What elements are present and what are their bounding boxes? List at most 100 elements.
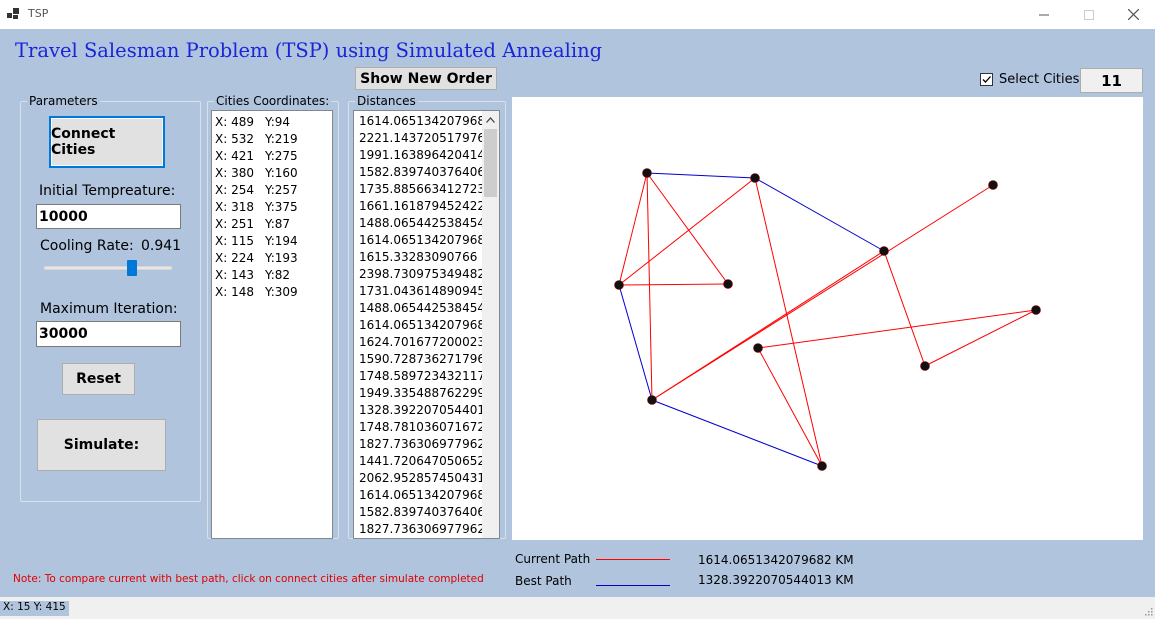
best-path-label: Best Path [515,574,572,588]
maximize-icon [1084,9,1094,20]
distance-row[interactable]: 2062.9528574504316 [359,470,499,487]
initial-temperature-label: Initial Tempreature: [39,183,176,199]
distance-row[interactable]: 1949.3354887622997 [359,385,499,402]
distance-row[interactable]: 1614.0651342079682 [359,113,499,130]
city-x-value: X: 380 [215,166,254,180]
cities-coordinates-title: Cities Coordinates: [214,94,332,108]
city-coordinate-row[interactable]: X: 251 Y:87 [215,216,332,233]
city-coordinate-row[interactable]: X: 318 Y:375 [215,199,332,216]
distance-row[interactable]: 2398.7309753494824 [359,266,499,283]
distance-row[interactable]: 1614.0651342079682 [359,232,499,249]
current-path-edge [618,177,756,286]
city-y-value: Y:219 [265,132,298,146]
app-icon [7,8,21,20]
distance-row[interactable]: 1614.0651342079682 [359,317,499,334]
city-count-field[interactable]: 11 [1080,68,1143,93]
current-path-edge [618,172,648,286]
distance-row[interactable]: 1614.0651342079682 [359,487,499,504]
distance-row[interactable]: 1441.7206470506526 [359,453,499,470]
select-cities-checkbox[interactable] [980,73,993,86]
city-coordinate-row[interactable]: X: 224 Y:193 [215,250,332,267]
distance-row[interactable]: 1827.7363069779622 [359,521,499,538]
parameters-title: Parameters [27,94,100,108]
select-cities-label: Select Cities [999,72,1080,87]
city-x-value: X: 115 [215,234,254,248]
show-new-order-button[interactable]: Show New Order [355,67,497,90]
close-button[interactable] [1110,0,1155,29]
current-path-legend-line [596,559,670,560]
window-title: TSP [28,7,49,20]
city-point [920,361,930,371]
current-path-edge [883,250,926,367]
reset-button[interactable]: Reset [62,363,135,395]
distance-row[interactable]: 1624.7016772000238 [359,334,499,351]
cooling-rate-value: 0.941 [141,238,182,254]
distance-row[interactable]: 1748.5897234321176 [359,368,499,385]
scrollbar-thumb[interactable] [484,129,497,197]
distance-row[interactable]: 1582.839740376406 [359,504,499,521]
distance-row[interactable]: 1748.7810360716726 [359,419,499,436]
connect-cities-button[interactable]: Connect Cities [49,116,165,168]
city-point [642,168,652,178]
status-bar [0,597,1155,619]
distance-row[interactable]: 1827.7363069779622 [359,436,499,453]
distances-list[interactable]: 1614.0651342079682 2221.143720517976 1991.… [353,110,500,539]
city-point [753,343,763,353]
city-x-value: X: 532 [215,132,254,146]
distance-row[interactable]: 1590.7287362717962 [359,351,499,368]
distance-row[interactable]: 2221.143720517976 [359,130,499,147]
city-y-value: Y:375 [265,200,298,214]
city-coordinate-row[interactable]: X: 380 Y:160 [215,165,332,182]
distance-row[interactable]: 1582.839740376406 [359,164,499,181]
resize-grip-icon[interactable] [1143,605,1153,616]
best-path-edge [651,399,823,467]
city-coordinate-row[interactable]: X: 421 Y:275 [215,148,332,165]
city-coordinate-row[interactable]: X: 532 Y:219 [215,131,332,148]
distance-row[interactable]: 1991.1638964204144 [359,147,499,164]
distance-row[interactable]: 1661.1618794524227 [359,198,499,215]
simulate-button[interactable]: Simulate: [37,419,166,471]
city-point [817,461,827,471]
city-y-value: Y:194 [265,234,298,248]
city-y-value: Y:94 [265,115,291,129]
cities-coordinates-list[interactable]: X: 489 Y:94 X: 532 Y:219 X: 421 Y:275 X: 380 Y:… [211,110,333,539]
city-coordinate-row[interactable]: X: 489 Y:94 [215,114,332,131]
city-x-value: X: 254 [215,183,254,197]
city-x-value: X: 224 [215,251,254,265]
maximum-iteration-input[interactable]: 30000 [36,321,181,347]
city-x-value: X: 318 [215,200,254,214]
city-coordinate-row[interactable]: X: 143 Y:82 [215,267,332,284]
cooling-rate-slider-thumb[interactable] [127,260,138,276]
city-point [723,279,733,289]
city-coordinate-row[interactable]: X: 254 Y:257 [215,182,332,199]
distance-row[interactable]: 1328.3922070544013 [359,402,499,419]
best-path-edge [646,172,756,179]
current-path-distance: 1614.0651342079682 KM [698,553,854,567]
tsp-canvas[interactable] [512,97,1143,540]
distance-row[interactable]: 1731.0436148909453 [359,283,499,300]
current-path-edge [618,283,729,286]
initial-temperature-input[interactable]: 10000 [36,204,181,229]
minimize-button[interactable] [1021,0,1067,29]
scroll-up-button[interactable] [482,111,499,128]
city-coordinate-row[interactable]: X: 148 Y:309 [215,284,332,301]
cooling-rate-slider-track[interactable] [44,266,172,270]
best-path-edge [754,177,885,252]
best-path-distance: 1328.3922070544013 KM [698,573,854,587]
distance-row[interactable]: 1488.0654425384541 [359,300,499,317]
distance-row[interactable]: 1735.8856634127235 [359,181,499,198]
status-coordinates: X: 15 Y: 415 [0,601,69,616]
city-y-value: Y:193 [265,251,298,265]
close-icon [1127,9,1139,20]
city-x-value: X: 489 [215,115,254,129]
maximize-button[interactable] [1066,0,1112,29]
distance-row[interactable]: 1615.33283090766 [359,249,499,266]
city-point [879,246,889,256]
page-title: Travel Salesman Problem (TSP) using Simu… [15,39,603,62]
city-coordinate-row[interactable]: X: 115 Y:194 [215,233,332,250]
city-point [988,180,998,190]
city-x-value: X: 148 [215,285,254,299]
distance-row[interactable]: 1488.0654425384541 [359,215,499,232]
city-y-value: Y:82 [265,268,291,282]
current-path-label: Current Path [515,552,591,566]
